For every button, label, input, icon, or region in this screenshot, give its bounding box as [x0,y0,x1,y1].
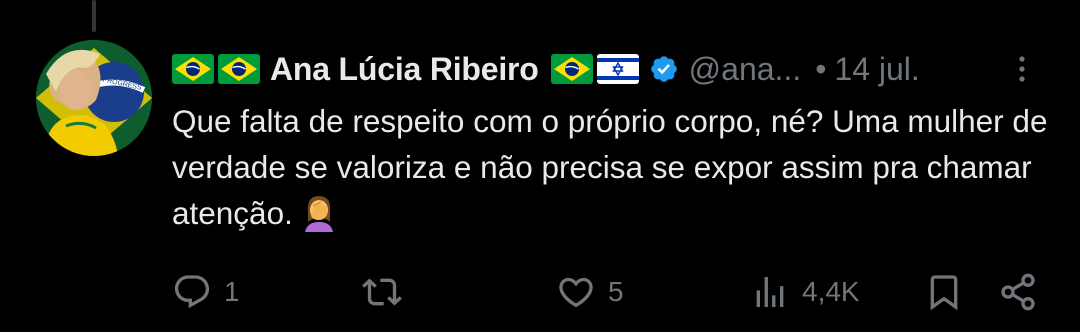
author-handle[interactable]: @ana... [689,51,802,88]
like-count: 5 [608,276,624,307]
brazil-flag-icon [172,54,214,84]
share-button[interactable] [998,272,1038,312]
tweet-actions-bar: 1 5 4,4K [172,272,1052,318]
repost-button[interactable] [362,272,414,312]
views-button[interactable]: 4,4K [750,272,860,312]
brazil-flag-icon [218,54,260,84]
woman-facepalming-emoji-icon [299,192,339,232]
author-name[interactable]: Ana Lúcia Ribeiro [270,51,539,88]
reply-count: 1 [224,276,240,307]
views-chart-icon [756,277,784,307]
reply-button[interactable]: 1 [172,272,240,312]
thread-connector-line [92,0,96,32]
tweet-header: Ana Lúcia Ribeiro @ana... • 14 jul. [172,44,1052,94]
heart-icon [559,277,593,308]
like-button[interactable]: 5 [556,272,624,312]
bookmark-button[interactable] [924,272,964,312]
brazil-flag-icon [550,54,593,84]
avatar[interactable]: PROGRESS [36,40,152,156]
more-options-icon[interactable] [1010,54,1034,84]
israel-flag-icon [596,54,639,84]
views-count: 4,4K [802,276,860,307]
share-icon [1001,273,1035,311]
verified-badge-icon[interactable] [649,54,679,84]
tweet-body: Que falta de respeito com o próprio corp… [172,98,1052,236]
separator-dot: • [815,50,827,87]
bookmark-icon [930,275,958,311]
post-date[interactable]: 14 jul. [834,51,919,88]
repost-icon [362,278,402,306]
avatar-image: PROGRESS [36,40,152,156]
reply-icon [174,275,210,309]
